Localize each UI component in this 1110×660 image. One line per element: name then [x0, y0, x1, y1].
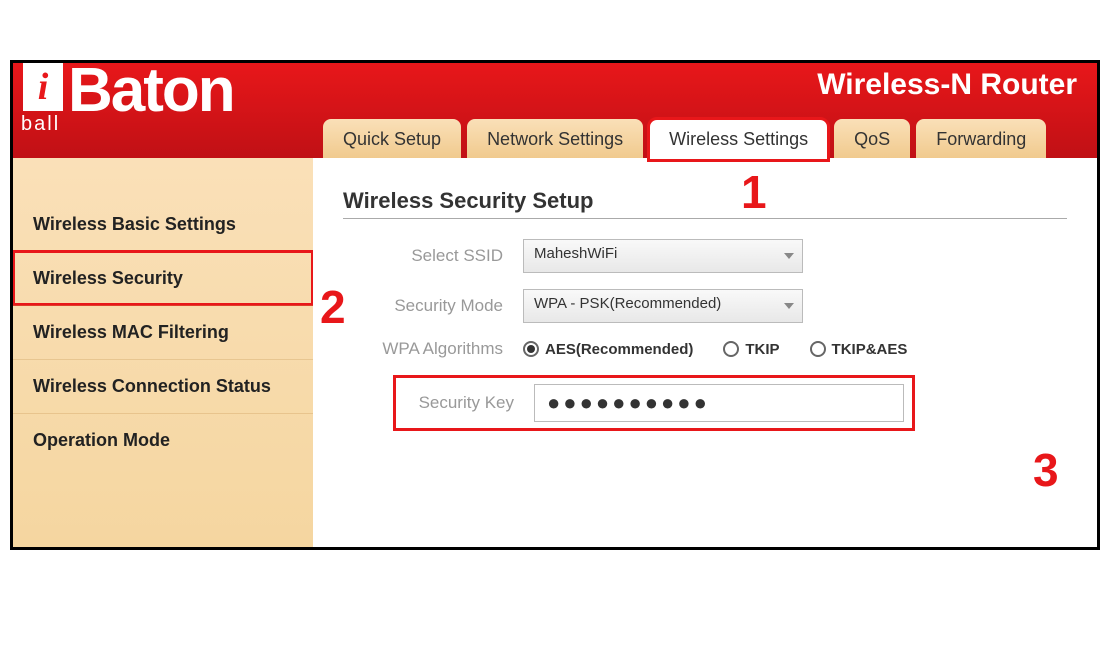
- sidebar-item-security[interactable]: Wireless Security: [13, 251, 313, 305]
- sidebar-item-operation-mode[interactable]: Operation Mode: [13, 413, 313, 467]
- tab-forwarding[interactable]: Forwarding: [916, 119, 1046, 160]
- radio-aes-label: AES(Recommended): [545, 341, 693, 358]
- security-mode-row: Security Mode WPA - PSK(Recommended): [343, 289, 1067, 323]
- radio-circle-icon: [723, 341, 739, 357]
- tab-qos[interactable]: QoS: [834, 119, 910, 160]
- sidebar-item-basic-settings[interactable]: Wireless Basic Settings: [13, 198, 313, 251]
- dropdown-arrow-icon: [784, 253, 794, 259]
- radio-tkip[interactable]: TKIP: [723, 341, 779, 358]
- security-key-input[interactable]: [534, 384, 904, 422]
- security-key-row: Security Key: [343, 375, 1067, 431]
- sidebar-item-connection-status[interactable]: Wireless Connection Status: [13, 359, 313, 413]
- main-panel: Wireless Security Setup Select SSID Mahe…: [313, 158, 1097, 547]
- annotation-3: 3: [1033, 443, 1059, 497]
- security-mode-select[interactable]: WPA - PSK(Recommended): [523, 289, 803, 323]
- security-mode-label: Security Mode: [343, 296, 523, 316]
- ssid-select[interactable]: MaheshWiFi: [523, 239, 803, 273]
- radio-aes[interactable]: AES(Recommended): [523, 341, 693, 358]
- router-admin-window: i ball Baton Wireless-N Router Quick Set…: [10, 60, 1100, 550]
- ssid-value: MaheshWiFi: [534, 245, 617, 262]
- wpa-algo-radio-group: AES(Recommended) TKIP TKIP&AES: [523, 341, 907, 358]
- annotation-1: 1: [741, 165, 767, 219]
- ssid-label: Select SSID: [343, 246, 523, 266]
- radio-tkip-label: TKIP: [745, 341, 779, 358]
- sidebar-item-mac-filtering[interactable]: Wireless MAC Filtering: [13, 305, 313, 359]
- wpa-algo-row: WPA Algorithms AES(Recommended) TKIP TKI…: [343, 339, 1067, 359]
- radio-dot-icon: [527, 345, 535, 353]
- logo-baton: Baton: [68, 60, 234, 126]
- annotation-2: 2: [320, 280, 346, 334]
- tab-wireless-settings[interactable]: Wireless Settings: [649, 119, 828, 160]
- nav-tabs: Quick Setup Network Settings Wireless Se…: [323, 119, 1046, 160]
- security-key-highlight: Security Key: [393, 375, 915, 431]
- tab-quick-setup[interactable]: Quick Setup: [323, 119, 461, 160]
- body-area: Wireless Basic Settings Wireless Securit…: [13, 158, 1097, 547]
- security-mode-value: WPA - PSK(Recommended): [534, 295, 721, 312]
- security-key-label: Security Key: [404, 393, 534, 413]
- radio-tkip-aes[interactable]: TKIP&AES: [810, 341, 908, 358]
- tab-network-settings[interactable]: Network Settings: [467, 119, 643, 160]
- header: i ball Baton Wireless-N Router Quick Set…: [13, 63, 1097, 158]
- logo: i ball Baton: [13, 63, 63, 111]
- wpa-algo-label: WPA Algorithms: [343, 339, 523, 359]
- product-name: Wireless-N Router: [817, 68, 1077, 102]
- section-title: Wireless Security Setup: [343, 188, 1067, 219]
- radio-circle-icon: [523, 341, 539, 357]
- radio-tkip-aes-label: TKIP&AES: [832, 341, 908, 358]
- radio-circle-icon: [810, 341, 826, 357]
- logo-ball: ball: [21, 113, 60, 136]
- logo-i: i: [23, 63, 63, 111]
- dropdown-arrow-icon: [784, 303, 794, 309]
- ssid-row: Select SSID MaheshWiFi: [343, 239, 1067, 273]
- sidebar: Wireless Basic Settings Wireless Securit…: [13, 158, 313, 547]
